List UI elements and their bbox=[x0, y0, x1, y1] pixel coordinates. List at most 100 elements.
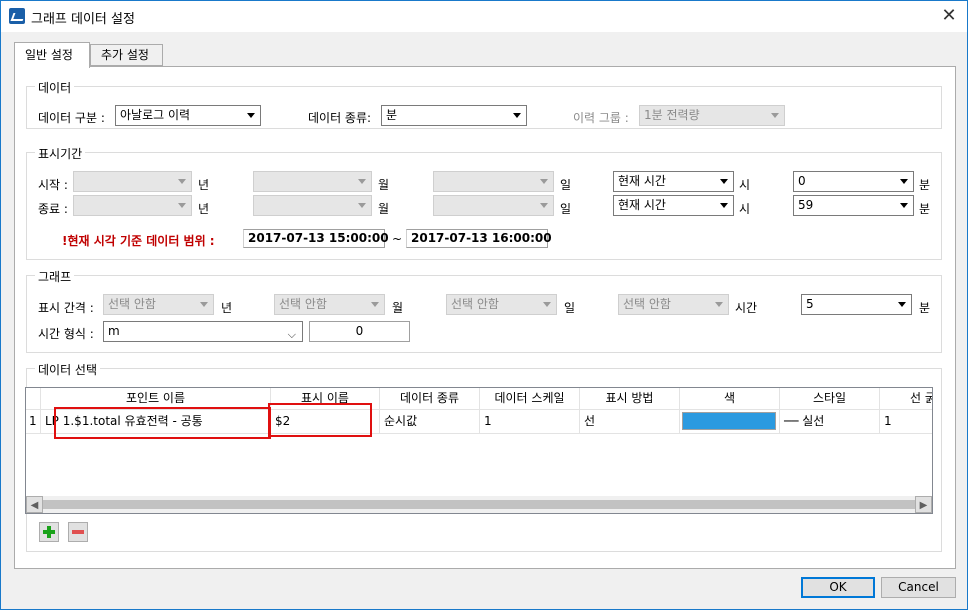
column-header-method[interactable]: 표시 방법 bbox=[580, 388, 680, 410]
cell-scale[interactable]: 1 bbox=[480, 410, 580, 434]
dropdown-arrow-icon bbox=[900, 203, 908, 208]
end-minute-unit: 분 bbox=[919, 202, 931, 216]
dropdown-arrow-icon bbox=[540, 179, 548, 184]
dialog-window: 그래프 데이터 설정 ✕ 일반 설정 추가 설정 데이터 데이터 구분 : 아날… bbox=[0, 0, 968, 610]
interval-day-value: 선택 안함 bbox=[451, 297, 499, 311]
period-group-title: 표시기간 bbox=[35, 145, 86, 162]
dropdown-arrow-icon bbox=[358, 179, 366, 184]
end-year-select bbox=[73, 195, 192, 216]
end-month-select bbox=[253, 195, 372, 216]
title-bar: 그래프 데이터 설정 ✕ bbox=[1, 1, 967, 32]
dropdown-arrow-icon bbox=[247, 113, 255, 118]
dropdown-arrow-icon bbox=[178, 179, 186, 184]
start-minute-value: 0 bbox=[798, 174, 806, 188]
interval-minute-select[interactable]: 5 bbox=[801, 294, 912, 315]
column-header-data-kind[interactable]: 데이터 종류 bbox=[380, 388, 480, 410]
interval-year-select: 선택 안함 bbox=[103, 294, 214, 315]
data-kind-value: 분 bbox=[386, 108, 398, 122]
interval-minute-value: 5 bbox=[806, 297, 814, 311]
dropdown-arrow-icon bbox=[371, 302, 379, 307]
dropdown-arrow-icon bbox=[178, 203, 186, 208]
cell-color[interactable] bbox=[680, 410, 780, 434]
start-day-unit: 일 bbox=[560, 178, 572, 192]
interval-minute-unit: 분 bbox=[919, 301, 931, 315]
scroll-left-icon[interactable]: ◀ bbox=[26, 496, 43, 513]
window-title: 그래프 데이터 설정 bbox=[31, 12, 135, 27]
interval-day-select: 선택 안함 bbox=[446, 294, 557, 315]
column-header-color[interactable]: 색 bbox=[680, 388, 780, 410]
add-row-button[interactable] bbox=[39, 522, 59, 542]
end-minute-value: 59 bbox=[798, 198, 814, 212]
data-group-title: 데이터 bbox=[35, 79, 75, 96]
column-header-style[interactable]: 스타일 bbox=[780, 388, 880, 410]
time-format-number[interactable]: 0 bbox=[309, 321, 410, 342]
interval-day-unit: 일 bbox=[564, 301, 576, 315]
end-hour-value: 현재 시간 bbox=[618, 198, 666, 212]
start-minute-unit: 분 bbox=[919, 178, 931, 192]
chevron-down-icon: ⌵ bbox=[287, 328, 296, 341]
scrollbar-thumb[interactable] bbox=[43, 500, 915, 509]
plus-icon bbox=[40, 523, 58, 541]
cancel-button[interactable]: Cancel bbox=[881, 577, 956, 598]
dropdown-arrow-icon bbox=[540, 203, 548, 208]
row-header-corner bbox=[26, 388, 41, 410]
interval-hour-unit: 시간 bbox=[735, 301, 758, 315]
range-label: !현재 시각 기준 데이터 범위 : bbox=[62, 234, 215, 248]
end-day-unit: 일 bbox=[560, 202, 572, 216]
interval-month-value: 선택 안함 bbox=[279, 297, 327, 311]
start-hour-unit: 시 bbox=[739, 178, 751, 192]
cell-data-kind[interactable]: 순시값 bbox=[380, 410, 480, 434]
history-group-label: 이력 그룹 : bbox=[573, 111, 629, 125]
start-month-select bbox=[253, 171, 372, 192]
data-kind-select[interactable]: 분 bbox=[381, 105, 527, 126]
start-hour-value: 현재 시간 bbox=[618, 174, 666, 188]
start-day-select bbox=[433, 171, 554, 192]
highlight-display-name bbox=[268, 403, 372, 437]
end-label: 종료 : bbox=[38, 202, 68, 216]
start-month-unit: 월 bbox=[378, 178, 390, 192]
start-year-select bbox=[73, 171, 192, 192]
interval-hour-select: 선택 안함 bbox=[618, 294, 729, 315]
cell-width[interactable]: 1 bbox=[880, 410, 932, 434]
dropdown-arrow-icon bbox=[513, 113, 521, 118]
ok-button[interactable]: OK bbox=[801, 577, 875, 598]
dropdown-arrow-icon bbox=[200, 302, 208, 307]
start-hour-select[interactable]: 현재 시간 bbox=[613, 171, 734, 192]
data-type-select[interactable]: 아날로그 이력 bbox=[115, 105, 261, 126]
interval-label: 표시 간격 : bbox=[38, 301, 94, 315]
dropdown-arrow-icon bbox=[900, 179, 908, 184]
column-header-scale[interactable]: 데이터 스케일 bbox=[480, 388, 580, 410]
dropdown-arrow-icon bbox=[358, 203, 366, 208]
scroll-right-icon[interactable]: ▶ bbox=[915, 496, 932, 513]
color-swatch bbox=[682, 412, 776, 430]
time-format-label: 시간 형식 : bbox=[38, 327, 94, 341]
horizontal-scrollbar[interactable]: ◀ ▶ bbox=[26, 496, 932, 513]
history-group-select: 1분 전력량 bbox=[639, 105, 785, 126]
end-hour-unit: 시 bbox=[739, 202, 751, 216]
interval-month-unit: 월 bbox=[392, 301, 404, 315]
column-header-width[interactable]: 선 ⁠굵 bbox=[880, 388, 932, 410]
chart-app-icon bbox=[9, 8, 25, 24]
time-format-value: m bbox=[108, 324, 120, 338]
tab-additional[interactable]: 추가 설정 bbox=[90, 44, 163, 66]
dropdown-arrow-icon bbox=[771, 113, 779, 118]
time-format-select[interactable]: m ⌵ bbox=[103, 321, 303, 342]
interval-hour-value: 선택 안함 bbox=[623, 297, 671, 311]
range-separator: ~ bbox=[392, 232, 403, 246]
data-kind-label: 데이터 종류: bbox=[308, 111, 372, 125]
interval-year-unit: 년 bbox=[221, 301, 233, 315]
tab-general[interactable]: 일반 설정 bbox=[14, 42, 90, 68]
dropdown-arrow-icon bbox=[898, 302, 906, 307]
minus-icon bbox=[69, 523, 87, 541]
cell-style[interactable]: ── 실선 bbox=[780, 410, 880, 434]
dropdown-arrow-icon bbox=[715, 302, 723, 307]
cell-method[interactable]: 선 bbox=[580, 410, 680, 434]
end-minute-select[interactable]: 59 bbox=[793, 195, 914, 216]
interval-month-select: 선택 안함 bbox=[274, 294, 385, 315]
close-icon[interactable]: ✕ bbox=[937, 5, 961, 27]
end-hour-select[interactable]: 현재 시간 bbox=[613, 195, 734, 216]
start-minute-select[interactable]: 0 bbox=[793, 171, 914, 192]
remove-row-button[interactable] bbox=[68, 522, 88, 542]
dropdown-arrow-icon bbox=[720, 203, 728, 208]
range-from-field: 2017-07-13 15:00:00 bbox=[243, 229, 389, 248]
